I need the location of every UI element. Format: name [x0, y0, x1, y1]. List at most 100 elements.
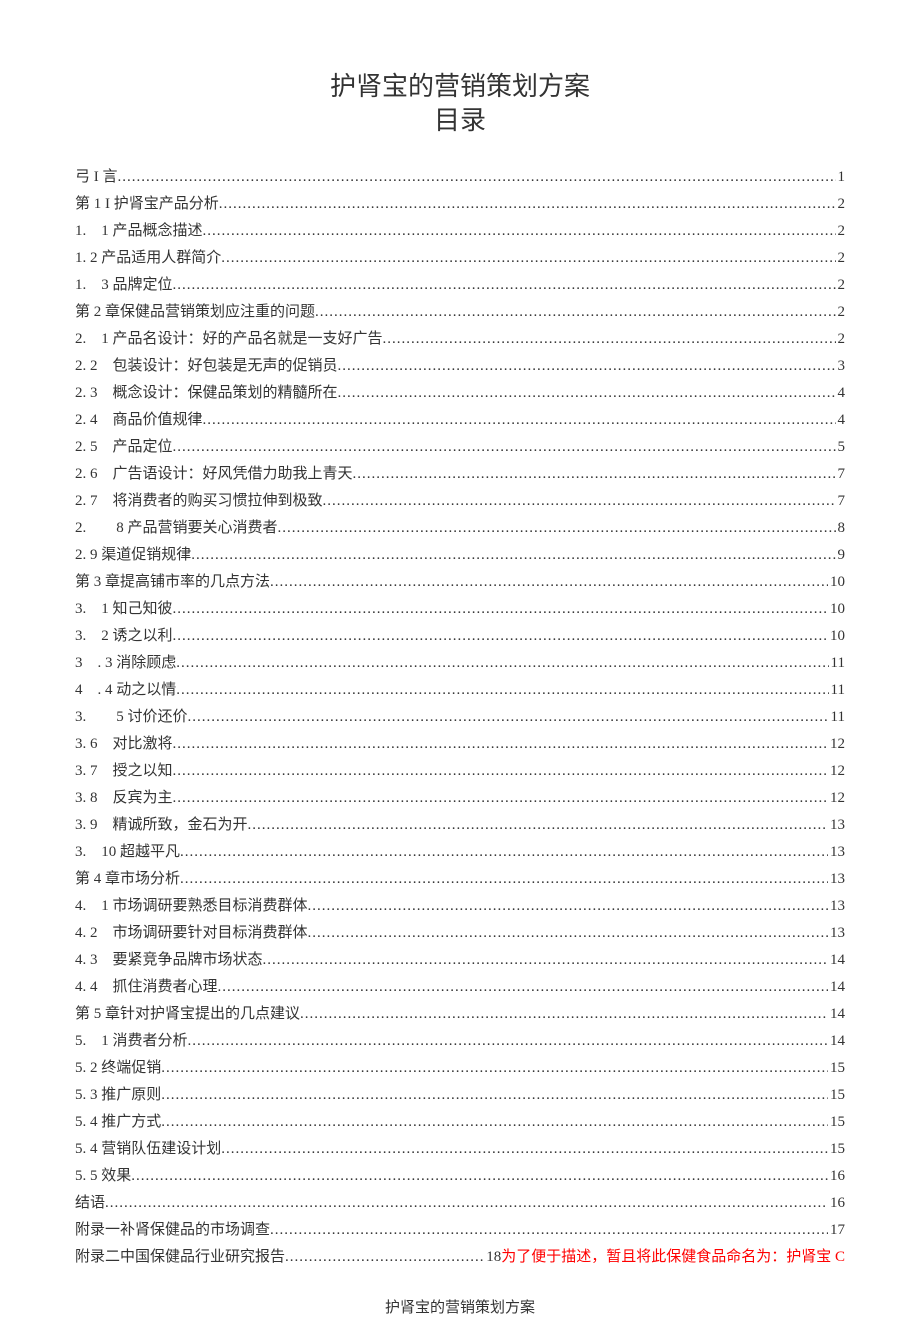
- toc-page-number: 2: [836, 193, 846, 216]
- toc-row: 3. 2 诱之以利10: [75, 625, 845, 648]
- toc-row: 3. 8 反宾为主12: [75, 787, 845, 810]
- toc-row: 2. 8 产品营销要关心消费者 8: [75, 517, 845, 540]
- toc-page-number: 16: [828, 1165, 845, 1188]
- toc-entry-label: 3. 6 对比激将: [75, 733, 173, 756]
- toc-entry-label: 3. 9 精诚所致，金石为开: [75, 814, 248, 837]
- toc-leader-dots: [353, 463, 836, 486]
- toc-page-number: 4: [836, 382, 846, 405]
- toc-page-number: 8: [836, 517, 846, 540]
- toc-entry-label: 2. 9 渠道促销规律: [75, 544, 191, 567]
- toc-page-number: 14: [828, 976, 845, 999]
- toc-page-number: 12: [828, 733, 845, 756]
- toc-leader-dots: [173, 625, 828, 648]
- toc-row: 5. 3 推广原则15: [75, 1084, 845, 1107]
- toc-row: 弓 I 言1: [75, 166, 845, 189]
- toc-row: 2. 1 产品名设计：好的产品名就是一支好广告 2: [75, 328, 845, 351]
- toc-entry-label: 2. 8 产品营销要关心消费者: [75, 517, 278, 540]
- toc-leader-dots: [270, 571, 828, 594]
- toc-row: 2. 2 包装设计：好包装是无声的促销员3: [75, 355, 845, 378]
- toc-entry-label: 第 4 章市场分析: [75, 868, 180, 891]
- toc-entry-label: 3. 7 授之以知: [75, 760, 173, 783]
- toc-entry-label: 3. 8 反宾为主: [75, 787, 173, 810]
- toc-page-number: 13: [828, 841, 845, 864]
- toc-entry-label: 2. 6 广告语设计：好风凭借力助我上青天: [75, 463, 353, 486]
- toc-leader-dots: [188, 1030, 828, 1053]
- toc-entry-label: 4. 2 市场调研要针对目标消费群体: [75, 922, 308, 945]
- toc-leader-dots: [161, 1057, 828, 1080]
- toc-entry-label: 2. 2 包装设计：好包装是无声的促销员: [75, 355, 338, 378]
- toc-leader-dots: [173, 787, 828, 810]
- toc-leader-dots: [218, 976, 828, 999]
- toc-leader-dots: [173, 760, 828, 783]
- toc-row: 2. 4 商品价值规律4: [75, 409, 845, 432]
- toc-row: 1. 3 品牌定位 2: [75, 274, 845, 297]
- toc-page-number: 2: [836, 328, 846, 351]
- toc-row: 2. 6 广告语设计：好风凭借力助我上青天7: [75, 463, 845, 486]
- toc-leader-dots: [188, 706, 829, 729]
- toc-row: 3. 10 超越平凡13: [75, 841, 845, 864]
- toc-leader-dots: [173, 598, 828, 621]
- toc-page-number: 11: [829, 679, 845, 702]
- toc-entry-label: 1. 2 产品适用人群简介: [75, 247, 221, 270]
- toc-row: 3. 5 讨价还价 11: [75, 706, 845, 729]
- toc-leader-dots: [173, 436, 836, 459]
- toc-entry-label: 弓 I 言: [75, 166, 118, 189]
- toc-page-number: 11: [829, 706, 845, 729]
- toc-page-number: 15: [828, 1111, 845, 1134]
- toc-page-number: 15: [828, 1057, 845, 1080]
- toc-entry-label: 结语: [75, 1192, 105, 1215]
- toc-leader-dots: [308, 922, 828, 945]
- toc-entry-label: 第 5 章针对护肾宝提出的几点建议: [75, 1003, 300, 1026]
- toc-row: 3 . 3 消除顾虑11: [75, 652, 845, 675]
- toc-page-number: 13: [828, 895, 845, 918]
- toc-entry-label: 1. 3 品牌定位: [75, 274, 173, 297]
- toc-page-number: 10: [828, 598, 845, 621]
- toc-leader-dots: [315, 301, 835, 324]
- toc-leader-dots: [176, 679, 828, 702]
- toc-row: 4 . 4 动之以情11: [75, 679, 845, 702]
- toc-entry-label: 5. 1 消费者分析: [75, 1030, 188, 1053]
- toc-leader-dots: [105, 1192, 828, 1215]
- title-block: 护肾宝的营销策划方案 目录: [75, 70, 845, 138]
- toc-row: 第 1 I 护肾宝产品分析2: [75, 193, 845, 216]
- toc-leader-dots: [180, 868, 828, 891]
- toc-entry-label: 2. 1 产品名设计：好的产品名就是一支好广告: [75, 328, 383, 351]
- toc-row: 3. 7 授之以知 12: [75, 760, 845, 783]
- toc-leader-dots: [270, 1219, 828, 1242]
- toc-leader-dots: [161, 1084, 828, 1107]
- toc-leader-dots: [161, 1111, 828, 1134]
- toc-entry-label: 5. 5 效果: [75, 1165, 131, 1188]
- toc-row: 3. 1 知己知彼10: [75, 598, 845, 621]
- toc-leader-dots: [203, 409, 836, 432]
- toc-row: 4. 4 抓住消费者心理14: [75, 976, 845, 999]
- toc-page-number: 14: [828, 949, 845, 972]
- toc-row: 2. 3 概念设计：保健品策划的精髓所在4: [75, 382, 845, 405]
- toc-page-number: 2: [836, 274, 846, 297]
- toc-row: 2. 9 渠道促销规律9: [75, 544, 845, 567]
- footer-title: 护肾宝的营销策划方案: [75, 1296, 845, 1317]
- toc-row: 4. 1 市场调研要熟悉目标消费群体13: [75, 895, 845, 918]
- toc-entry-label: 5. 2 终端促销: [75, 1057, 161, 1080]
- toc-entry-label: 5. 4 推广方式: [75, 1111, 161, 1134]
- toc-entry-label: 3. 5 讨价还价: [75, 706, 188, 729]
- toc-page-number: 11: [829, 652, 845, 675]
- toc-page-number: 17: [828, 1219, 845, 1242]
- toc-page-number: 5: [836, 436, 846, 459]
- toc-page-number: 7: [836, 490, 846, 513]
- toc-row: 第 3 章提高铺市率的几点方法10: [75, 571, 845, 594]
- toc-leader-dots: [180, 841, 828, 864]
- toc-entry-label: 5. 3 推广原则: [75, 1084, 161, 1107]
- toc-row: 结语16: [75, 1192, 845, 1215]
- toc-leader-dots: [219, 193, 836, 216]
- toc-page-number: 12: [828, 760, 845, 783]
- toc-row: 附录二中国保健品行业研究报告18 为了便于描述，暂且将此保健食品命名为：护肾宝 …: [75, 1246, 845, 1269]
- toc-leader-dots: [173, 733, 828, 756]
- toc-row: 附录一补肾保健品的市场调查 17: [75, 1219, 845, 1242]
- toc-page-number: 14: [828, 1003, 845, 1026]
- toc-leader-dots: [383, 328, 836, 351]
- toc-entry-label: 第 3 章提高铺市率的几点方法: [75, 571, 270, 594]
- toc-page-number: 15: [828, 1138, 845, 1161]
- toc-entry-label: 附录一补肾保健品的市场调查: [75, 1219, 270, 1242]
- toc-leader-dots: [203, 220, 836, 243]
- toc-row: 3. 9 精诚所致，金石为开13: [75, 814, 845, 837]
